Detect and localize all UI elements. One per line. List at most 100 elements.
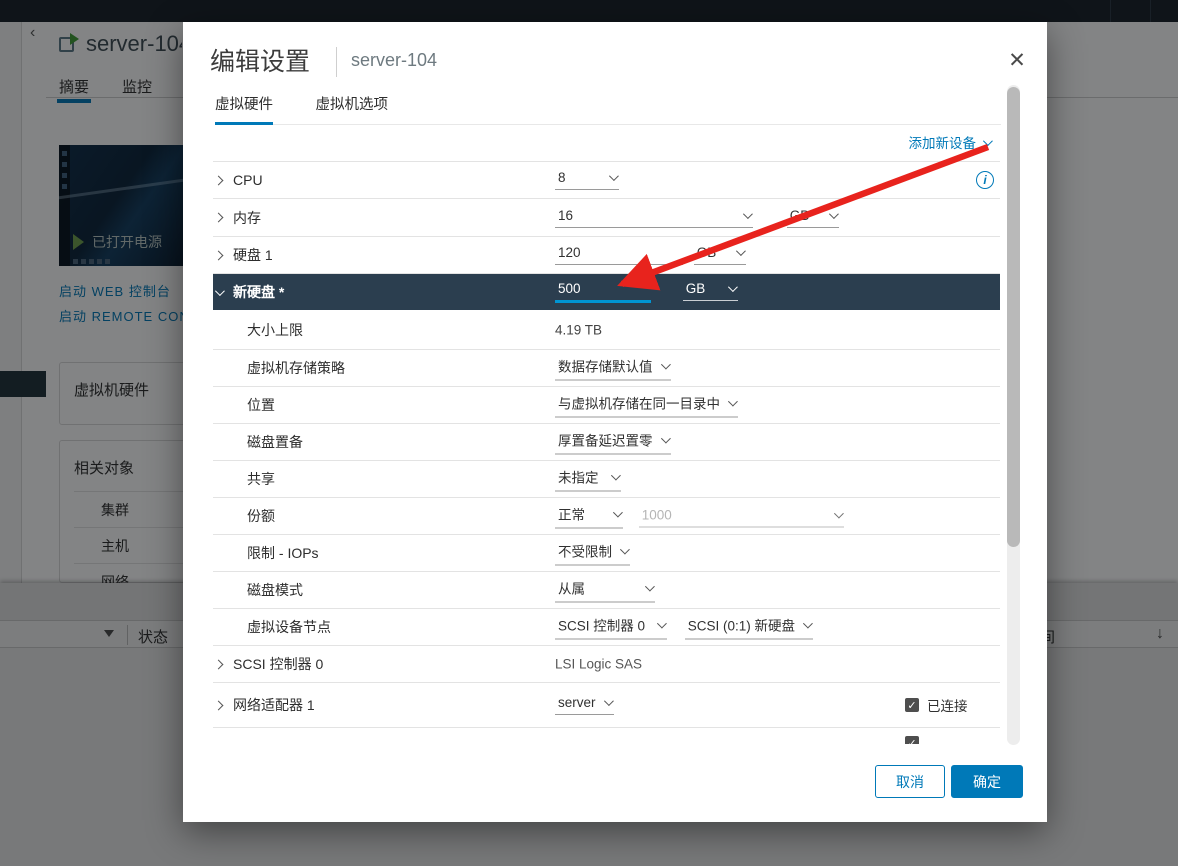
network-select[interactable]: server xyxy=(555,695,614,715)
row-disk1: 硬盘 1 GB xyxy=(213,237,1000,274)
disk1-unit-select[interactable]: GB xyxy=(694,245,746,265)
device-node-slot-select[interactable]: SCSI (0:1) 新硬盘 xyxy=(685,615,813,640)
storage-policy-select[interactable]: 数据存储默认值 xyxy=(555,356,671,381)
chevron-right-icon[interactable] xyxy=(214,700,224,710)
device-node-controller-value: SCSI 控制器 0 xyxy=(558,615,645,635)
ok-button[interactable]: 确定 xyxy=(951,765,1023,798)
chevron-right-icon[interactable] xyxy=(214,250,224,260)
row-cpu: CPU 8 i xyxy=(213,162,1000,199)
disk1-unit: GB xyxy=(697,245,717,260)
scrollbar-track[interactable] xyxy=(1007,85,1020,745)
memory-unit-select[interactable]: GB xyxy=(787,208,839,228)
location-value: 与虚拟机存储在同一目录中 xyxy=(558,393,720,413)
cpu-label: CPU xyxy=(233,172,263,188)
provisioning-select[interactable]: 厚置备延迟置零 xyxy=(555,430,671,455)
chevron-down-icon xyxy=(613,507,623,517)
cancel-button[interactable]: 取消 xyxy=(875,765,945,798)
location-select[interactable]: 与虚拟机存储在同一目录中 xyxy=(555,393,738,418)
checkbox-checked-icon[interactable]: ✓ xyxy=(905,698,919,712)
chevron-down-icon xyxy=(743,209,753,219)
disk-mode-label: 磁盘模式 xyxy=(247,580,303,600)
row-network-adapter: 网络适配器 1 server ✓ 已连接 xyxy=(213,683,1000,728)
shares-select[interactable]: 正常 xyxy=(555,504,623,529)
add-new-device-button[interactable]: 添加新设备 xyxy=(909,132,991,152)
disk-mode-select[interactable]: 从属 xyxy=(555,578,655,603)
row-location: 位置 与虚拟机存储在同一目录中 xyxy=(213,387,1000,424)
tab-vm-options[interactable]: 虚拟机选项 xyxy=(315,93,388,122)
sharing-label: 共享 xyxy=(247,469,275,489)
chevron-right-icon[interactable] xyxy=(214,175,224,185)
provisioning-value: 厚置备延迟置零 xyxy=(558,430,653,450)
max-size-label: 大小上限 xyxy=(247,320,303,340)
shares-label: 份额 xyxy=(247,506,275,526)
info-icon[interactable]: i xyxy=(976,171,994,189)
chevron-down-icon xyxy=(736,246,746,256)
limit-iops-select[interactable]: 不受限制 xyxy=(555,541,630,566)
disk-mode-value: 从属 xyxy=(558,578,585,598)
storage-policy-label: 虚拟机存储策略 xyxy=(247,358,345,378)
cpu-select[interactable]: 8 xyxy=(555,170,619,190)
chevron-down-icon xyxy=(803,618,813,628)
dialog-tabs: 虚拟硬件 虚拟机选项 xyxy=(215,92,1001,125)
new-disk-label: 新硬盘 * xyxy=(233,282,284,302)
new-disk-unit: GB xyxy=(686,281,706,296)
row-sharing: 共享 未指定 xyxy=(213,461,1000,498)
row-scsi-controller: SCSI 控制器 0 LSI Logic SAS xyxy=(213,646,1000,683)
chevron-down-icon[interactable] xyxy=(215,286,225,296)
row-new-disk: 新硬盘 * GB xyxy=(213,274,1000,310)
chevron-down-icon xyxy=(645,581,655,591)
close-icon[interactable]: ✕ xyxy=(1001,44,1033,76)
row-provisioning: 磁盘置备 厚置备延迟置零 xyxy=(213,424,1000,461)
row-memory: 内存 16 GB xyxy=(213,199,1000,237)
shares-amount-value: 1000 xyxy=(642,508,672,523)
chevron-down-icon xyxy=(620,544,630,554)
cpu-value: 8 xyxy=(558,170,566,185)
location-label: 位置 xyxy=(247,395,275,415)
shares-value: 正常 xyxy=(558,504,585,524)
chevron-down-icon xyxy=(660,433,670,443)
memory-unit: GB xyxy=(790,208,810,223)
tab-virtual-hardware[interactable]: 虚拟硬件 xyxy=(215,93,273,125)
new-disk-unit-select[interactable]: GB xyxy=(683,281,738,301)
chevron-down-icon xyxy=(603,696,613,706)
checkbox-checked-icon[interactable]: ✓ xyxy=(905,736,919,744)
hardware-table: CPU 8 i 内存 16 GB xyxy=(213,161,1000,744)
chevron-down-icon xyxy=(728,396,738,406)
new-disk-size-input[interactable] xyxy=(555,281,651,303)
network-value: server xyxy=(558,695,596,710)
row-max-size: 大小上限 4.19 TB xyxy=(213,310,1000,350)
device-node-controller-select[interactable]: SCSI 控制器 0 xyxy=(555,615,667,640)
memory-combobox[interactable]: 16 xyxy=(555,208,753,228)
limit-iops-value: 不受限制 xyxy=(558,541,612,561)
max-size-value: 4.19 TB xyxy=(555,322,602,337)
chevron-down-icon xyxy=(660,359,670,369)
chevron-down-icon xyxy=(657,618,667,628)
chevron-down-icon xyxy=(611,470,621,480)
connected-checkbox-group[interactable]: ✓ 已连接 xyxy=(905,695,968,715)
row-next-partial: ✓ xyxy=(213,728,1000,744)
scsi-controller-value: LSI Logic SAS xyxy=(555,657,642,672)
chevron-down-icon xyxy=(834,509,844,519)
device-node-label: 虚拟设备节点 xyxy=(247,617,331,637)
dialog-vm-name: server-104 xyxy=(351,50,437,71)
row-shares: 份额 正常 1000 xyxy=(213,498,1000,535)
chevron-down-icon xyxy=(983,136,993,146)
network-adapter-label: 网络适配器 1 xyxy=(233,695,315,715)
shares-amount-combobox: 1000 xyxy=(639,508,844,528)
chevron-right-icon[interactable] xyxy=(214,213,224,223)
row-device-node: 虚拟设备节点 SCSI 控制器 0 SCSI (0:1) 新硬盘 xyxy=(213,609,1000,646)
title-divider xyxy=(336,47,337,77)
sharing-select[interactable]: 未指定 xyxy=(555,467,621,492)
disk1-size-input[interactable] xyxy=(555,245,683,265)
limit-iops-label: 限制 - IOPs xyxy=(247,543,319,563)
dialog-footer: 取消 确定 xyxy=(183,760,1047,822)
chevron-right-icon[interactable] xyxy=(214,659,224,669)
memory-label: 内存 xyxy=(233,208,261,228)
scrollbar-thumb[interactable] xyxy=(1007,87,1020,547)
chevron-down-icon xyxy=(728,282,738,292)
chevron-down-icon xyxy=(829,209,839,219)
row-disk-mode: 磁盘模式 从属 xyxy=(213,572,1000,609)
disk1-label: 硬盘 1 xyxy=(233,245,273,265)
chevron-down-icon xyxy=(609,171,619,181)
memory-value: 16 xyxy=(558,208,573,223)
